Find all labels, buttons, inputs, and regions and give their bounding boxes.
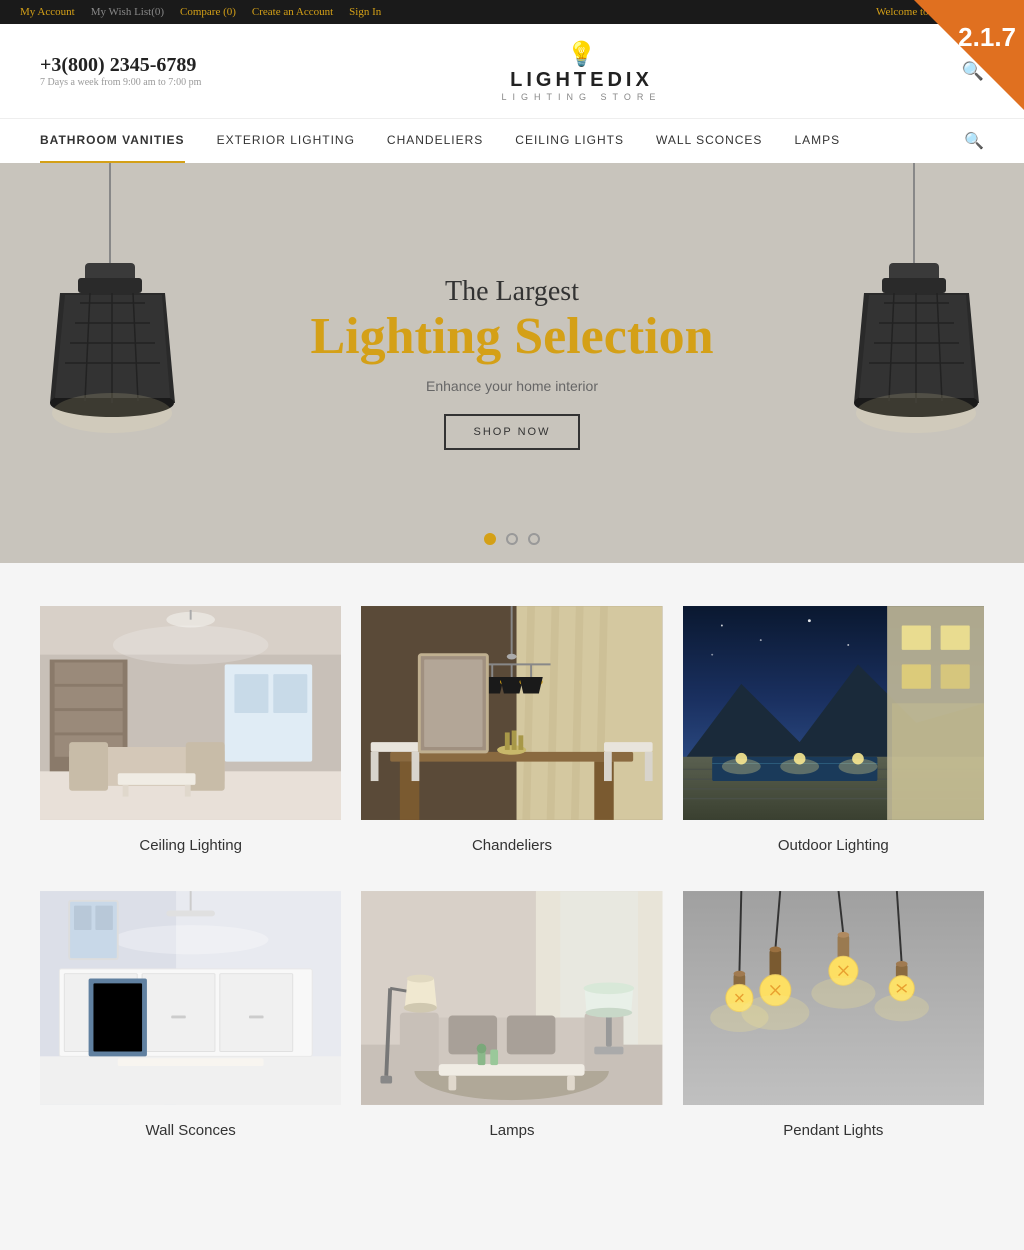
- lamps-label: Lamps: [361, 1108, 662, 1153]
- ceiling-lighting-image: [40, 603, 341, 823]
- nav-exterior-lighting[interactable]: EXTERIOR LIGHTING: [217, 119, 355, 163]
- wall-sconces-label: Wall Sconces: [40, 1108, 341, 1153]
- nav-wall-sconces[interactable]: WALL SCONCES: [656, 119, 762, 163]
- top-bar: My Account My Wish List(0) Compare (0) C…: [0, 0, 1024, 24]
- wish-list-link[interactable]: My Wish List(0): [91, 6, 164, 18]
- phone-number: +3(800) 2345-6789: [40, 54, 201, 77]
- pendant-lights-label: Pendant Lights: [683, 1108, 984, 1153]
- logo-icon: 💡: [502, 40, 662, 69]
- category-wall-sconces[interactable]: Wall Sconces: [40, 888, 341, 1153]
- category-grid-row1: Ceiling Lighting: [40, 603, 984, 868]
- main-nav: BATHROOM VANITIES EXTERIOR LIGHTING CHAN…: [0, 118, 1024, 163]
- nav-bathroom-vanities[interactable]: BATHROOM VANITIES: [40, 119, 185, 163]
- ceiling-lighting-label: Ceiling Lighting: [40, 823, 341, 868]
- hero-description: Enhance your home interior: [310, 378, 713, 394]
- outdoor-lighting-label: Outdoor Lighting: [683, 823, 984, 868]
- carousel-dot-3[interactable]: [528, 533, 540, 545]
- outdoor-lighting-image: [683, 603, 984, 823]
- shop-now-button[interactable]: SHOP NOW: [444, 414, 581, 450]
- version-badge: 2.1.7: [914, 0, 1024, 110]
- hero-subtitle: The Largest: [310, 276, 713, 308]
- chandeliers-label: Chandeliers: [361, 823, 662, 868]
- compare-link[interactable]: Compare (0): [180, 6, 236, 18]
- sign-in-link[interactable]: Sign In: [349, 6, 381, 18]
- top-bar-links: My Account My Wish List(0) Compare (0) C…: [20, 6, 381, 18]
- categories-section: Ceiling Lighting: [0, 563, 1024, 888]
- nav-search-icon[interactable]: 🔍: [964, 131, 984, 151]
- pendant-lights-image: [683, 888, 984, 1108]
- lamp-right: [804, 163, 1024, 563]
- category-lamps[interactable]: Lamps: [361, 888, 662, 1153]
- carousel-dot-2[interactable]: [506, 533, 518, 545]
- logo-subtitle: LIGHTING STORE: [502, 92, 662, 102]
- nav-lamps[interactable]: LAMPS: [794, 119, 840, 163]
- hero-title: Lighting Selection: [310, 308, 713, 365]
- my-account-link[interactable]: My Account: [20, 6, 75, 18]
- header: +3(800) 2345-6789 7 Days a week from 9:0…: [0, 24, 1024, 118]
- hero-banner: The Largest Lighting Selection Enhance y…: [0, 163, 1024, 563]
- phone-block: +3(800) 2345-6789 7 Days a week from 9:0…: [40, 54, 201, 88]
- create-account-link[interactable]: Create an Account: [252, 6, 333, 18]
- logo[interactable]: 💡 LIGHTEDIX LIGHTING STORE: [502, 40, 662, 102]
- version-number: 2.1.7: [958, 22, 1016, 53]
- business-hours: 7 Days a week from 9:00 am to 7:00 pm: [40, 77, 201, 88]
- carousel-dot-1[interactable]: [484, 533, 496, 545]
- nav-chandeliers[interactable]: CHANDELIERS: [387, 119, 483, 163]
- categories-row2: Wall Sconces: [0, 888, 1024, 1193]
- category-pendant-lights[interactable]: Pendant Lights: [683, 888, 984, 1153]
- carousel-dots: [484, 533, 540, 545]
- lamps-image: [361, 888, 662, 1108]
- category-chandeliers[interactable]: Chandeliers: [361, 603, 662, 868]
- lamp-left: [0, 163, 220, 563]
- category-ceiling-lighting[interactable]: Ceiling Lighting: [40, 603, 341, 868]
- category-grid-row2: Wall Sconces: [40, 888, 984, 1153]
- chandeliers-image: [361, 603, 662, 823]
- category-outdoor-lighting[interactable]: Outdoor Lighting: [683, 603, 984, 868]
- hero-content: The Largest Lighting Selection Enhance y…: [310, 276, 713, 449]
- nav-ceiling-lights[interactable]: CEILING LIGHTS: [515, 119, 624, 163]
- wall-sconces-image: [40, 888, 341, 1108]
- logo-text: LIGHTEDIX: [502, 69, 662, 92]
